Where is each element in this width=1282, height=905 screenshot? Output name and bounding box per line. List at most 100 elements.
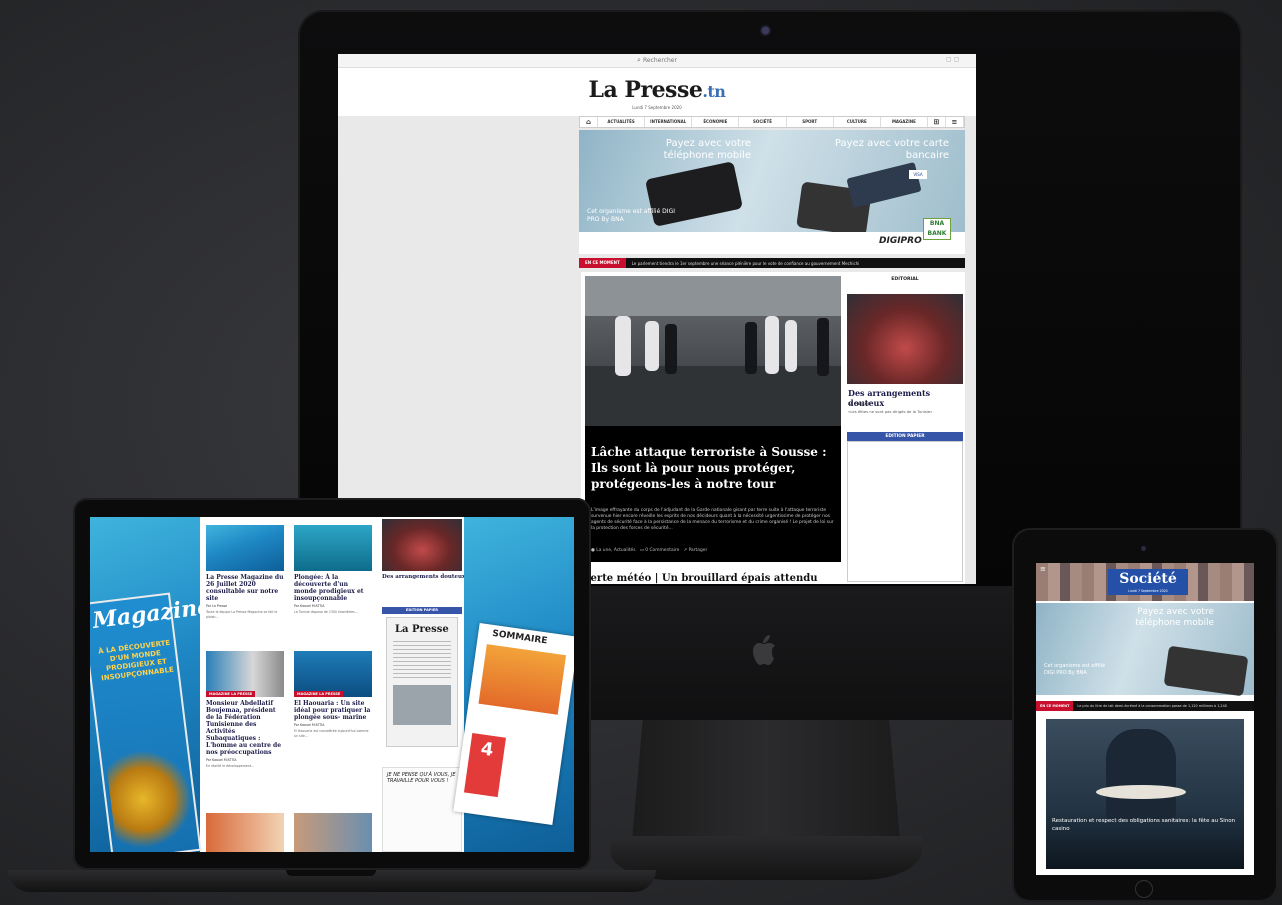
header: La Presse.tn Lundi 7 Septembre 2020 <box>338 68 976 116</box>
digipro-logo: DIGIPRO <box>879 236 922 246</box>
news-ticker[interactable]: EN CE MOMENT Le prix du litre de lait de… <box>1036 701 1254 711</box>
editorial-title[interactable]: Des arrangements douteux <box>382 574 465 580</box>
search-label[interactable]: Rechercher <box>643 57 677 64</box>
hero-article[interactable]: Restauration et respect des obligations … <box>1046 719 1244 869</box>
share-icon: ↗ <box>683 548 688 553</box>
logo-text: La Presse <box>588 77 703 103</box>
article-card[interactable]: MAGAZINE LA PRESSE Monsieur Abdellatif B… <box>206 651 284 769</box>
home-icon[interactable]: ⌂ <box>580 117 598 127</box>
hero-meta: ● La une, Actualités ▭ 0 Commentaire ↗ P… <box>591 548 707 553</box>
article-thumbnail[interactable] <box>206 813 284 852</box>
news-ticker[interactable]: EN CE MOMENT Le parlement tiendra le 1er… <box>579 258 965 268</box>
editorial-excerpt: «Les élites ne sont pas dirigés de la Tu… <box>848 409 933 414</box>
editorial-image[interactable] <box>847 294 963 384</box>
waiter-figure <box>1106 729 1176 819</box>
apple-logo-icon <box>753 635 775 665</box>
article-title[interactable]: El Haouaria : Un site idéal pour pratiqu… <box>294 700 372 721</box>
article-image[interactable] <box>294 525 372 571</box>
hero-share[interactable]: Partager <box>689 548 708 553</box>
laptop-notch <box>286 870 376 876</box>
hero-photo-illustration <box>585 276 841 426</box>
ticker-text[interactable]: Le parlement tiendra le 1er septembre un… <box>632 261 860 266</box>
ad-banner[interactable]: Payez avec votre téléphone mobile Cet or… <box>1036 603 1254 697</box>
editorial-image[interactable] <box>382 519 462 571</box>
magazine-title: Magazine <box>91 593 213 634</box>
article-thumbnail[interactable] <box>294 813 372 852</box>
ad-banner[interactable]: Payez avec votre téléphone mobile Payez … <box>579 130 965 254</box>
visa-logo: VISA <box>909 170 927 179</box>
plate-image <box>1096 785 1186 799</box>
newspaper-logo: La Presse <box>395 624 449 635</box>
home-button[interactable] <box>1135 880 1153 898</box>
edition-papier-box[interactable] <box>847 441 963 582</box>
hero-image[interactable] <box>585 276 841 426</box>
magazine-deck: À LA DÉCOUVERTE D'UN MONDE PRODIGIEUX ET… <box>97 638 175 683</box>
menu-icon[interactable]: ≡ <box>1040 565 1046 573</box>
hero-caption[interactable]: Restauration et respect des obligations … <box>1052 817 1238 833</box>
hero-comments[interactable]: 0 Commentaire <box>645 548 679 553</box>
main-nav: ⌂ ACTUALITÉS INTERNATIONAL ÉCONOMIE SOCI… <box>579 116 965 128</box>
article-title[interactable]: Plongée: À la découverte d'un monde prod… <box>294 574 372 602</box>
hero-article[interactable]: Lâche attaque terroriste à Sousse : Ils … <box>579 276 841 584</box>
edition-papier-header[interactable]: EDITION PAPIER <box>847 432 963 441</box>
ticker-label: EN CE MOMENT <box>1036 701 1074 711</box>
ad-left-text: Payez avec votre téléphone mobile <box>663 138 751 161</box>
article-author: Par La Presse <box>206 604 228 608</box>
header-date: Lundi 7 Septembre 2020 <box>632 105 682 110</box>
imac-stand-neck <box>632 720 900 840</box>
hero-author[interactable]: La une, Actualités <box>596 548 635 553</box>
editorial-sidebar: EDITORIAL Des arrangements douteux LA PR… <box>847 276 963 582</box>
laptop-screen: Magazine À LA DÉCOUVERTE D'UN MONDE PROD… <box>90 517 574 852</box>
imac-stand-base <box>610 836 922 880</box>
cartoon[interactable]: JE NE PENSE QU'À VOUS, JE TRAVAILLE POUR… <box>382 767 462 852</box>
article-card[interactable]: La Presse Magazine du 26 Juillet 2020 co… <box>206 525 284 619</box>
article-title[interactable]: La Presse Magazine du 26 Juillet 2020 co… <box>206 574 284 602</box>
newspaper-photo <box>393 685 451 725</box>
logo-tld: .tn <box>702 82 726 101</box>
menu-icon[interactable]: ≡ <box>946 117 964 127</box>
category-badge[interactable]: MAGAZINE LA PRESSE <box>294 691 344 697</box>
second-article-title[interactable]: Alerte météo | Un brouillard épais atten… <box>579 573 841 584</box>
newspaper-text-lines <box>393 641 451 681</box>
magazine-panel[interactable]: Magazine À LA DÉCOUVERTE D'UN MONDE PROD… <box>90 517 213 852</box>
search-icon[interactable]: ⌕ <box>637 56 641 65</box>
nav-item-actualites[interactable]: ACTUALITÉS <box>598 117 646 127</box>
nav-item-societe[interactable]: SOCIÉTÉ <box>739 117 787 127</box>
comment-icon: ▭ <box>639 548 644 553</box>
magazine-cover[interactable]: Magazine À LA DÉCOUVERTE D'UN MONDE PROD… <box>90 592 213 852</box>
sommaire-image <box>478 644 567 715</box>
ticker-text[interactable]: Le prix du litre de lait demi-écrémé à l… <box>1077 704 1227 708</box>
article-excerpt: El Haouaria est considérée aujourd'hui c… <box>294 729 369 738</box>
article-card[interactable]: Plongée: À la découverte d'un monde prod… <box>294 525 372 615</box>
main-content: Lâche attaque terroriste à Sousse : Ils … <box>579 272 965 584</box>
article-author: Par Kaouel M'ATTIA <box>294 723 325 727</box>
newspaper-preview[interactable]: La Presse <box>386 617 458 747</box>
article-excerpt: En réalité le développement... <box>206 764 255 768</box>
hero-title[interactable]: Lâche attaque terroriste à Sousse : Ils … <box>591 444 831 492</box>
articles-column: La Presse Magazine du 26 Juillet 2020 co… <box>202 517 378 852</box>
section-date: Lundi 7 Septembre 2020 <box>1128 589 1168 593</box>
category-badge[interactable]: MAGAZINE LA PRESSE <box>206 691 256 697</box>
nav-item-international[interactable]: INTERNATIONAL <box>645 117 693 127</box>
top-bar: ⌕ Rechercher ▢ ▢ <box>338 54 976 68</box>
nav-item-economie[interactable]: ÉCONOMIE <box>692 117 740 127</box>
social-icons[interactable]: ▢ ▢ <box>946 56 959 63</box>
grid-icon[interactable]: ⊞ <box>928 117 946 127</box>
article-title[interactable]: Monsieur Abdellatif Boujemaa, président … <box>206 700 284 756</box>
site-logo[interactable]: La Presse.tn <box>338 77 976 103</box>
card-image <box>846 161 922 209</box>
nav-item-sport[interactable]: SPORT <box>787 117 834 127</box>
article-card[interactable]: MAGAZINE LA PRESSE El Haouaria : Un site… <box>294 651 372 738</box>
sommaire-number: 4 <box>463 733 506 798</box>
article-author: Par Kaouel M'ATTIA <box>294 604 325 608</box>
pos-terminal-image <box>1163 645 1249 697</box>
ad-small-text: Cet organisme est affilié DIGI PRO By BN… <box>587 208 675 223</box>
nav-item-magazine[interactable]: MAGAZINE <box>881 117 928 127</box>
camera-icon <box>762 27 769 34</box>
ticker-label: EN CE MOMENT <box>579 258 626 268</box>
nav-item-culture[interactable]: CULTURE <box>834 117 881 127</box>
edition-papier-header[interactable]: EDITION PAPIER <box>382 607 462 614</box>
editorial-author: LA PRESSE <box>848 402 870 406</box>
hero-description: L'image effrayante du corps de l'adjudan… <box>591 508 834 531</box>
article-image[interactable] <box>206 525 284 571</box>
